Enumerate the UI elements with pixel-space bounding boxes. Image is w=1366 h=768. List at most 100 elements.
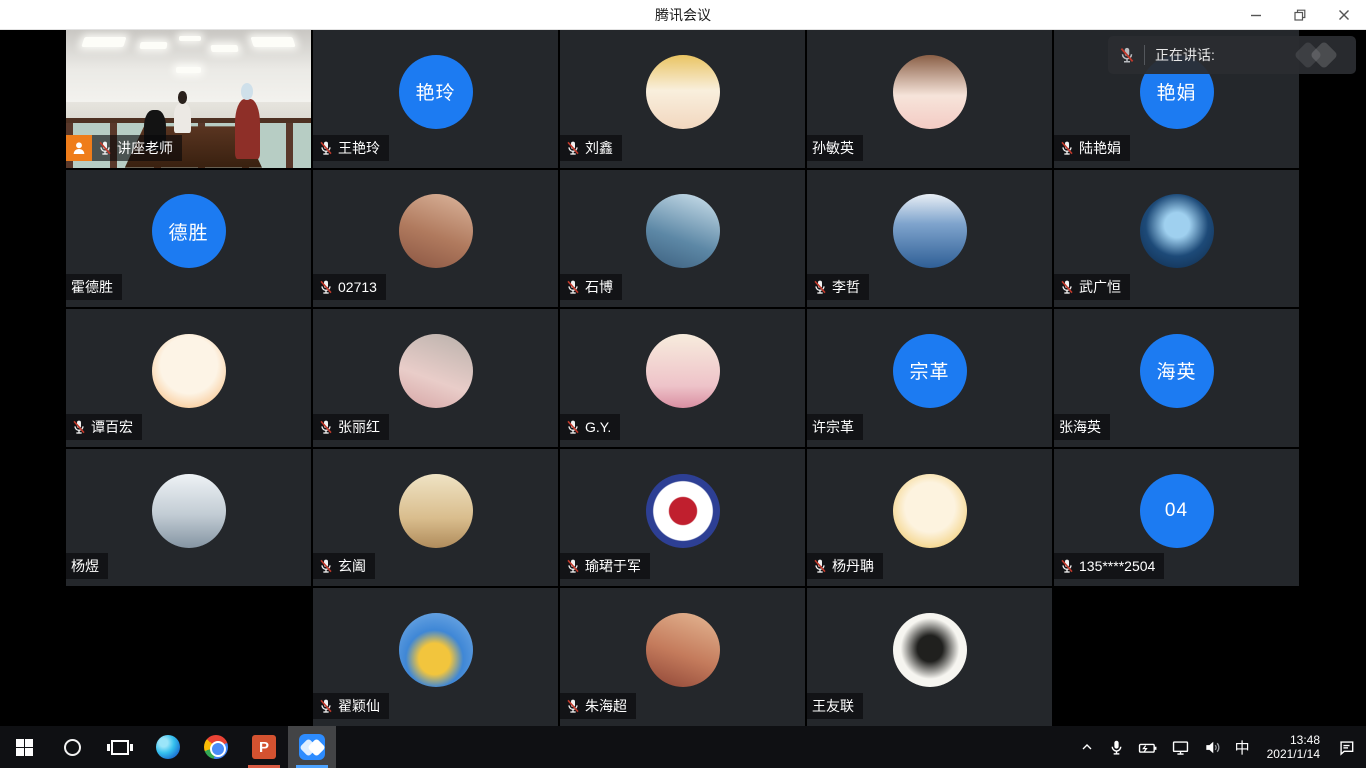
mic-muted-icon [565,140,581,156]
task-view-button[interactable] [96,726,144,768]
avatar-initials: 04 [1165,500,1188,522]
participant-tile[interactable]: 刘鑫 [560,30,805,168]
participant-tile[interactable]: 张丽红 [313,309,558,447]
avatar [399,474,473,548]
taskbar: P 中 13:48 2021/1/14 [0,726,1366,768]
avatar [399,334,473,408]
speaking-label: 正在讲话: [1155,45,1292,65]
avatar-initials: 德胜 [168,218,208,245]
participant-name: 张丽红 [338,417,380,437]
mic-muted-icon [318,698,334,714]
mic-muted-icon [318,419,334,435]
participant-nameplate: 陆艳娟 [1054,135,1130,161]
mic-muted-icon [565,279,581,295]
participant-tile[interactable]: 02713 [313,170,558,308]
participant-tile[interactable]: 瑜珺于军 [560,449,805,587]
powerpoint-icon: P [252,735,276,759]
minimize-button[interactable] [1234,0,1278,30]
participant-nameplate: 02713 [313,274,386,300]
avatar-initials: 艳玲 [415,78,455,105]
participant-tile[interactable]: 王友联 [807,588,1052,726]
participant-name: 02713 [338,279,377,295]
mic-muted-icon [318,558,334,574]
tray-network-icon[interactable] [1171,739,1190,756]
participant-tile[interactable]: 德胜 霍德胜 [66,170,311,308]
mic-muted-icon [565,698,581,714]
participant-name: 翟颖仙 [338,696,380,716]
input-method-indicator[interactable]: 中 [1235,737,1250,758]
participant-name: 武广恒 [1079,277,1121,297]
taskbar-clock[interactable]: 13:48 2021/1/14 [1263,733,1324,761]
mic-muted-icon [812,558,828,574]
participant-name: 陆艳娟 [1079,138,1121,158]
action-center-icon[interactable] [1337,739,1356,756]
tray-volume-icon[interactable] [1203,739,1222,756]
participant-tile[interactable]: 孙敏英 [807,30,1052,168]
participant-tile[interactable]: 杨丹聃 [807,449,1052,587]
tencent-meeting-icon [299,734,325,760]
avatar [152,474,226,548]
participant-name: 石博 [585,277,613,297]
avatar-initials: 艳娟 [1156,78,1196,105]
tray-chevron-up-icon[interactable] [1079,739,1095,755]
participant-tile[interactable]: 石博 [560,170,805,308]
participant-tile[interactable]: 朱海超 [560,588,805,726]
cortana-circle-icon [64,739,81,756]
chrome-icon [204,735,228,759]
chrome-taskbar-button[interactable] [192,726,240,768]
participant-name: 135****2504 [1079,558,1155,574]
participant-nameplate: 谭百宏 [66,414,142,440]
participant-nameplate: 王艳玲 [313,135,389,161]
clock-time: 13:48 [1267,733,1320,747]
participant-name: 杨煜 [71,556,99,576]
avatar [399,194,473,268]
start-button[interactable] [0,726,48,768]
participant-tile[interactable]: 谭百宏 [66,309,311,447]
mic-muted-icon [97,140,113,156]
avatar-initials: 宗革 [909,357,949,384]
participant-name: 王艳玲 [338,138,380,158]
avatar [152,334,226,408]
tray-battery-icon[interactable] [1138,739,1158,756]
participant-nameplate: 张丽红 [313,414,389,440]
edge-taskbar-button[interactable] [144,726,192,768]
participant-tile[interactable]: 武广恒 [1054,170,1299,308]
powerpoint-taskbar-button[interactable]: P [240,726,288,768]
tray-microphone-icon[interactable] [1108,739,1125,756]
participant-tile[interactable]: 讲座老师 [66,30,311,168]
cortana-search-button[interactable] [48,726,96,768]
participant-nameplate: G.Y. [560,414,620,440]
participant-name: 霍德胜 [71,277,113,297]
participant-nameplate: 张海英 [1054,414,1110,440]
restore-button[interactable] [1278,0,1322,30]
participant-tile[interactable]: 杨煜 [66,449,311,587]
participant-tile[interactable]: 李哲 [807,170,1052,308]
participant-nameplate: 杨煜 [66,553,108,579]
participant-tile[interactable]: 04 135****2504 [1054,449,1299,587]
participant-nameplate: 翟颖仙 [313,693,389,719]
participant-nameplate: 武广恒 [1054,274,1130,300]
participant-name: 张海英 [1059,417,1101,437]
mic-muted-icon [1059,558,1075,574]
avatar [646,613,720,687]
task-view-icon [111,740,129,755]
close-button[interactable] [1322,0,1366,30]
mic-muted-icon [565,419,581,435]
avatar-initials: 海英 [1156,357,1196,384]
windows-logo-icon [16,739,33,756]
participant-name: 玄阖 [338,556,366,576]
tencent-meeting-taskbar-button[interactable] [288,726,336,768]
divider [1144,45,1145,65]
participant-tile[interactable]: 艳玲 王艳玲 [313,30,558,168]
avatar: 艳玲 [399,55,473,129]
participant-tile[interactable]: 玄阖 [313,449,558,587]
participant-tile[interactable]: 宗革 许宗革 [807,309,1052,447]
meeting-area: 讲座老师 艳玲 王艳玲 [0,30,1366,726]
avatar [893,613,967,687]
participant-tile[interactable]: G.Y. [560,309,805,447]
avatar [646,55,720,129]
avatar [1140,194,1214,268]
participant-tile[interactable]: 海英 张海英 [1054,309,1299,447]
avatar: 海英 [1140,334,1214,408]
participant-tile[interactable]: 翟颖仙 [313,588,558,726]
